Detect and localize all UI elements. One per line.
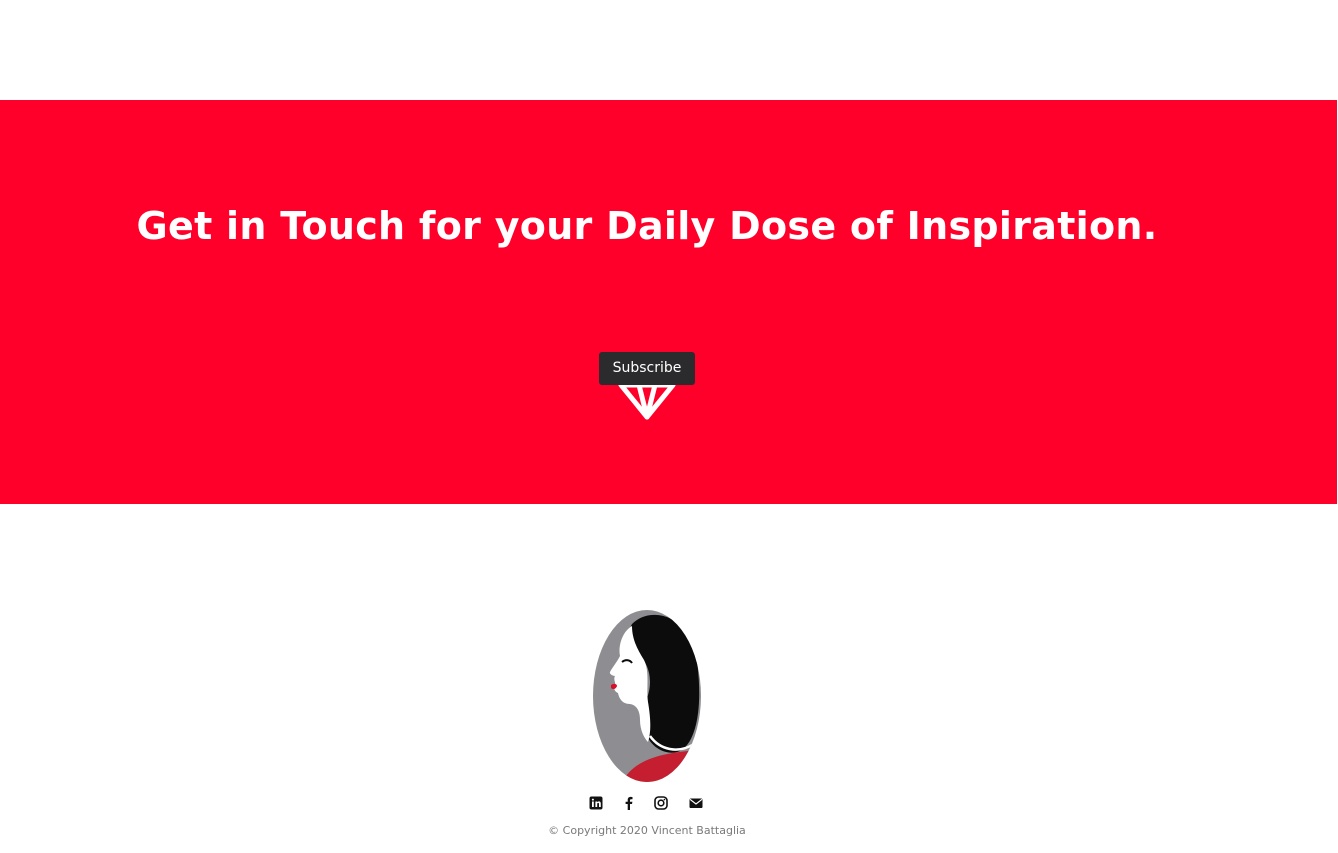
- facebook-icon[interactable]: [621, 795, 637, 811]
- envelope-icon[interactable]: [688, 795, 704, 811]
- copyright-text: © Copyright 2020 Vincent Battaglia: [548, 824, 746, 837]
- cta-section: Get in Touch for your Daily Dose of Insp…: [0, 100, 1337, 504]
- subscribe-button[interactable]: Subscribe: [599, 352, 695, 385]
- linkedin-icon[interactable]: [588, 795, 604, 811]
- instagram-icon[interactable]: [653, 795, 669, 811]
- woman-profile-logo: [592, 610, 702, 783]
- top-blank-area: [0, 0, 1338, 100]
- cta-heading: Get in Touch for your Daily Dose of Insp…: [136, 204, 1158, 248]
- social-icons-row: [588, 795, 708, 811]
- footer: © Copyright 2020 Vincent Battaglia: [0, 504, 1338, 853]
